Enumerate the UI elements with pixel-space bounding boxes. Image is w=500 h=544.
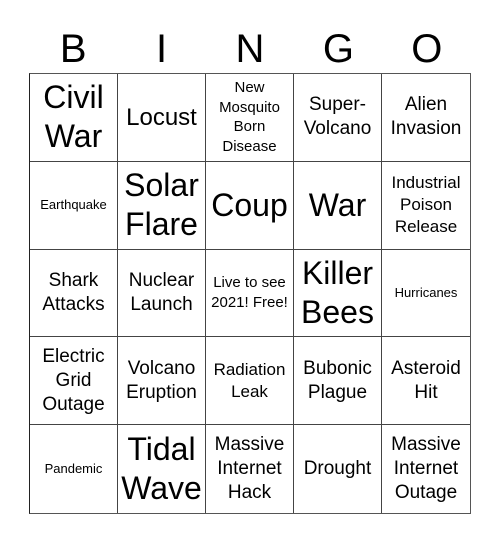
bingo-cell-label: Nuclear Launch bbox=[128, 269, 195, 315]
bingo-cell-label: Bubonic Plague bbox=[303, 357, 372, 403]
bingo-cell[interactable]: Volcano Eruption bbox=[118, 337, 206, 426]
bingo-cell[interactable]: Massive Internet Hack bbox=[206, 425, 294, 513]
bingo-cell-label: War bbox=[308, 186, 367, 223]
bingo-cell[interactable]: Nuclear Launch bbox=[118, 249, 206, 338]
bingo-cell[interactable]: Massive Internet Outage bbox=[382, 425, 470, 513]
bingo-cell[interactable]: Earthquake bbox=[30, 161, 118, 250]
bingo-cell-label: Solar Flare bbox=[124, 167, 199, 243]
bingo-cell[interactable]: Solar Flare bbox=[118, 161, 206, 250]
bingo-cell-label: Drought bbox=[303, 458, 372, 480]
bingo-cell-label: Super-Volcano bbox=[303, 94, 372, 140]
bingo-cell-label: New Mosquito Born Disease bbox=[219, 79, 280, 155]
bingo-cell[interactable]: Pandemic bbox=[30, 425, 118, 513]
bingo-cell[interactable]: Shark Attacks bbox=[30, 249, 118, 338]
bingo-cell[interactable]: Coup bbox=[206, 161, 294, 250]
header-letter-i: I bbox=[156, 26, 168, 71]
header-letter-o: O bbox=[411, 26, 443, 71]
bingo-cell[interactable]: New Mosquito Born Disease bbox=[206, 74, 294, 162]
bingo-cell[interactable]: Asteroid Hit bbox=[382, 337, 470, 426]
bingo-cell-label: Pandemic bbox=[44, 461, 103, 477]
bingo-cell[interactable]: Killer Bees bbox=[294, 249, 382, 338]
bingo-cell-label: Volcano Eruption bbox=[126, 357, 197, 403]
header-letter-g: G bbox=[322, 26, 354, 71]
bingo-board: Civil War Locust New Mosquito Born Disease… bbox=[29, 73, 471, 514]
bingo-cell-label: Electric Grid Outage bbox=[42, 345, 105, 415]
bingo-cell[interactable]: Radiation Leak bbox=[206, 337, 294, 426]
header-letter-b: B bbox=[59, 26, 87, 71]
bingo-cell[interactable]: Industrial Poison Release bbox=[382, 162, 470, 250]
bingo-cell[interactable]: Civil War bbox=[30, 74, 118, 162]
header-letter-n: N bbox=[235, 26, 265, 71]
bingo-cell-label: Hurricanes bbox=[394, 284, 458, 300]
bingo-cell-label: Tidal Wave bbox=[121, 431, 202, 507]
bingo-cell-label: Coup bbox=[211, 186, 288, 223]
bingo-cell-label: Earthquake bbox=[40, 197, 107, 213]
bingo-cell-label: Massive Internet Outage bbox=[391, 434, 461, 504]
bingo-header: B I N G O bbox=[29, 20, 471, 73]
bingo-cell[interactable]: Electric Grid Outage bbox=[30, 337, 118, 426]
bingo-cell[interactable]: War bbox=[294, 161, 382, 250]
bingo-cell[interactable]: Bubonic Plague bbox=[294, 337, 382, 426]
bingo-cell-label: Industrial Poison Release bbox=[391, 173, 461, 237]
bingo-cell-label: Civil War bbox=[43, 79, 104, 155]
bingo-cell-label: Asteroid Hit bbox=[391, 357, 461, 403]
bingo-cell-label: Alien Invasion bbox=[390, 94, 462, 140]
bingo-cell-label: Radiation Leak bbox=[213, 359, 286, 401]
bingo-cell-label: Killer Bees bbox=[301, 254, 374, 330]
bingo-cell[interactable]: Hurricanes bbox=[382, 250, 470, 338]
bingo-cell-label: Massive Internet Hack bbox=[214, 434, 285, 504]
bingo-cell[interactable]: Locust bbox=[118, 74, 206, 162]
bingo-cell[interactable]: Tidal Wave bbox=[118, 425, 206, 513]
bingo-cell[interactable]: Live to see 2021! Free! bbox=[206, 249, 294, 338]
bingo-cell-label: Shark Attacks bbox=[42, 269, 105, 315]
bingo-cell[interactable]: Alien Invasion bbox=[382, 74, 470, 162]
bingo-cell-label: Live to see 2021! Free! bbox=[211, 274, 288, 311]
bingo-cell[interactable]: Drought bbox=[294, 425, 382, 513]
bingo-cell-label: Locust bbox=[126, 103, 197, 131]
bingo-cell[interactable]: Super-Volcano bbox=[294, 74, 382, 162]
